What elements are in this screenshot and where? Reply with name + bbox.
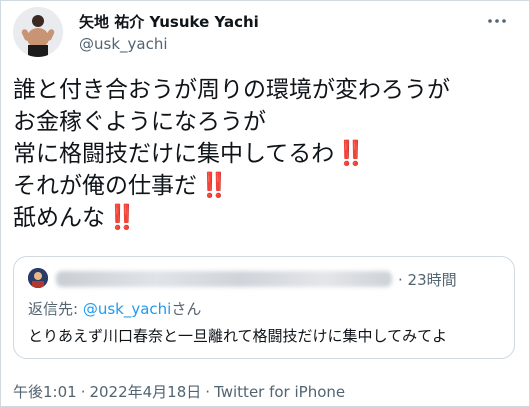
quoted-tweet[interactable]: · 23時間 返信先: @usk_yachiさん とりあえず川口春奈と一旦離れて… [13,256,515,359]
tweet-line-text: 誰と付き合おうが周りの環境が変わろうが [13,77,450,103]
quoted-text: とりあえず川口春奈と一旦離れて格闘技だけに集中してみてよ [28,327,448,345]
tweet-line: 舐めんな‼️ [13,201,523,233]
quoted-author-name-blurred [56,271,392,287]
quoted-timestamp[interactable]: · 23時間 [398,269,457,290]
author-display-name[interactable]: 矢地 祐介 Yusuke Yachi [79,11,259,32]
reply-handle-link[interactable]: @usk_yachi [83,300,172,318]
reply-context: 返信先: @usk_yachiさん [28,298,201,319]
meta-separator: · [205,383,211,401]
quoted-author-avatar[interactable] [28,268,48,288]
double-exclamation-icon: ‼️ [336,139,366,167]
tweet-source[interactable]: Twitter for iPhone [214,383,345,401]
tweet-time[interactable]: 午後1:01 [13,383,77,401]
reply-suffix: さん [171,300,202,318]
double-exclamation-icon: ‼️ [199,171,229,199]
tweet-line: 常に格闘技だけに集中してるわ‼️ [13,137,523,169]
reply-prefix: 返信先: [28,300,83,318]
double-exclamation-icon: ‼️ [107,203,137,231]
meta-separator: · [80,383,86,401]
tweet-line: 誰と付き合おうが周りの環境が変わろうが [13,73,523,105]
tweet-line-text: 常に格闘技だけに集中してるわ [13,141,335,167]
tweet-line-text: それが俺の仕事だ [13,173,197,199]
avatar-image [13,7,63,57]
tweet-line-text: お金稼ぐようになろうが [13,109,266,135]
tweet-card: 矢地 祐介 Yusuke Yachi @usk_yachi 誰と付き合おうが周り… [0,0,530,407]
author-avatar[interactable] [13,7,63,57]
tweet-line: それが俺の仕事だ‼️ [13,169,523,201]
tweet-date[interactable]: 2022年4月18日 [89,383,201,401]
more-options-icon[interactable] [485,11,509,31]
tweet-line: お金稼ぐようになろうが [13,105,523,137]
author-handle[interactable]: @usk_yachi [79,35,168,53]
tweet-line-text: 舐めんな [13,205,105,231]
tweet-text: 誰と付き合おうが周りの環境が変わろうが お金稼ぐようになろうが 常に格闘技だけに… [13,73,523,233]
tweet-meta: 午後1:01 · 2022年4月18日 · Twitter for iPhone [13,381,345,402]
